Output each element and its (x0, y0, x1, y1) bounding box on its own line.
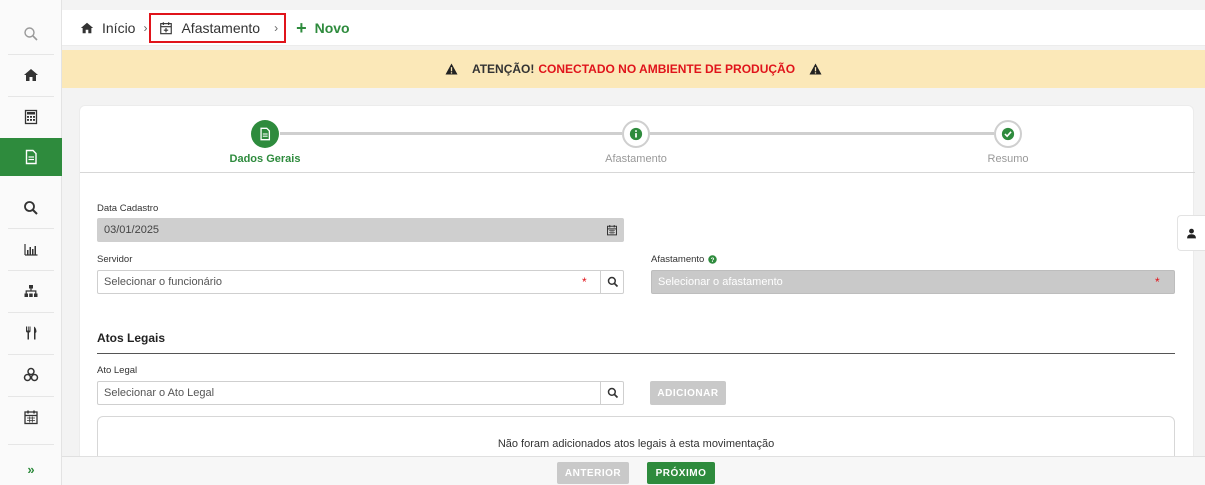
magnifier-icon[interactable] (0, 190, 62, 226)
servidor-placeholder: Selecionar o funcionário (104, 276, 223, 288)
stepper-divider (80, 172, 1195, 173)
stepper-line (280, 132, 622, 135)
servidor-field[interactable]: Selecionar o funcionário * (97, 270, 624, 294)
ato-legal-placeholder: Selecionar o Ato Legal (104, 387, 215, 399)
document-icon[interactable] (0, 138, 62, 176)
next-button[interactable]: PRÓXIMO (647, 462, 715, 484)
user-panel-tab[interactable] (1177, 215, 1205, 251)
previous-button[interactable]: ANTERIOR (557, 462, 629, 484)
afastamento-label-row: Afastamento ? (651, 254, 718, 265)
calendar-plus-icon (160, 21, 173, 34)
warning-message: CONECTADO NO AMBIENTE DE PRODUÇÃO (538, 62, 796, 76)
breadcrumb-home-label: Início (102, 19, 136, 36)
home-icon (80, 22, 94, 33)
atos-legais-title: Atos Legais (97, 331, 166, 345)
cubes-icon[interactable] (0, 357, 62, 393)
bar-chart-icon[interactable] (0, 231, 62, 267)
calendar-icon[interactable] (600, 218, 624, 242)
ato-legal-label: Ato Legal (97, 365, 138, 376)
sidebar: » (0, 0, 62, 485)
data-cadastro-value: 03/01/2025 (104, 224, 160, 236)
section-divider (97, 353, 1175, 354)
sitemap-icon[interactable] (0, 273, 62, 309)
afastamento-label: Afastamento (651, 254, 705, 265)
afastamento-field[interactable]: Selecionar o afastamento * (651, 270, 1175, 294)
footer-bar: ANTERIOR PRÓXIMO (62, 456, 1205, 485)
data-cadastro-field[interactable]: 03/01/2025 (97, 218, 624, 242)
svg-text:?: ? (711, 257, 715, 264)
warning-icon (809, 63, 822, 75)
breadcrumb-home[interactable]: Início (80, 20, 135, 36)
breadcrumb: Início › Afastamento › + Novo (62, 10, 1205, 46)
required-asterisk: * (582, 275, 587, 289)
step-3-label: Resumo (987, 153, 1029, 165)
form-card: Dados Gerais Afastamento Resumo Data Cad… (79, 105, 1195, 485)
step-3-icon[interactable] (994, 120, 1022, 148)
breadcrumb-section-label: Afastamento (181, 19, 261, 36)
warning-icon (445, 63, 458, 75)
calendar-icon[interactable] (0, 399, 62, 435)
expand-icon[interactable]: » (0, 451, 62, 485)
warning-prefix: ATENÇÃO! (471, 62, 535, 76)
step-1-label: Dados Gerais (229, 153, 301, 165)
step-1-icon[interactable] (251, 120, 279, 148)
search-icon[interactable] (600, 381, 624, 405)
ato-legal-field[interactable]: Selecionar o Ato Legal (97, 381, 624, 405)
utensils-icon[interactable] (0, 315, 62, 351)
home-icon[interactable] (0, 57, 62, 93)
new-label: Novo (314, 19, 350, 36)
servidor-label: Servidor (97, 254, 133, 265)
chevron-right-icon: › (274, 20, 279, 35)
empty-message: Não foram adicionados atos legais à esta… (497, 438, 775, 450)
help-icon[interactable]: ? (708, 255, 718, 264)
add-ato-button[interactable]: ADICIONAR (650, 381, 726, 405)
required-asterisk: * (1155, 275, 1160, 289)
production-warning-banner: ATENÇÃO! CONECTADO NO AMBIENTE DE PRODUÇ… (62, 50, 1205, 88)
user-icon (1187, 228, 1196, 238)
afastamento-placeholder: Selecionar o afastamento (658, 276, 783, 288)
plus-icon: + (296, 17, 307, 38)
breadcrumb-afastamento[interactable]: Afastamento › (149, 12, 287, 43)
step-2-label: Afastamento (605, 153, 667, 165)
calculator-icon[interactable] (0, 99, 62, 135)
stepper-line (650, 132, 994, 135)
search-icon[interactable] (600, 270, 624, 294)
data-cadastro-label: Data Cadastro (97, 203, 159, 214)
new-button[interactable]: + Novo (296, 17, 350, 38)
step-2-icon[interactable] (622, 120, 650, 148)
sidebar-search-icon[interactable] (0, 16, 62, 52)
chevron-right-icon: › (143, 20, 148, 35)
